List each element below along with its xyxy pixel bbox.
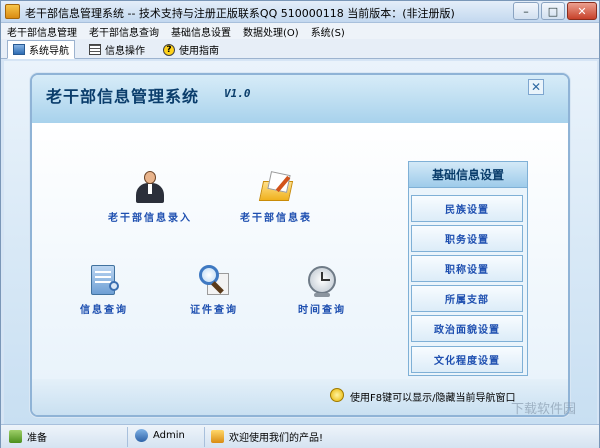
feature-certificate-query[interactable]: 证件查询 — [190, 263, 238, 316]
help-icon: ? — [163, 43, 175, 56]
app-icon — [5, 4, 20, 19]
tab-label: 系统导航 — [29, 46, 69, 57]
user-icon — [135, 429, 148, 442]
lightbulb-icon — [330, 388, 344, 402]
close-button[interactable]: ✕ — [567, 2, 597, 20]
panel-header: 老干部信息管理系统 V1.0 ✕ — [32, 75, 568, 123]
menu-basic-settings[interactable]: 基础信息设置 — [165, 24, 237, 39]
education-level-settings-button[interactable]: 文化程度设置 — [411, 346, 523, 373]
window-title: 老干部信息管理系统 -- 技术支持与注册正版联系QQ 510000118 当前版… — [25, 7, 455, 20]
status-bar: 准备 Admin 欢迎使用我们的产品! — [1, 424, 599, 448]
status-ready: 准备 — [9, 429, 47, 444]
status-separator — [127, 427, 128, 447]
political-status-settings-button[interactable]: 政治面貌设置 — [411, 315, 523, 342]
tab-info-operation[interactable]: 信息操作 — [83, 40, 151, 59]
title-settings-button[interactable]: 职称设置 — [411, 255, 523, 282]
navigation-panel: 老干部信息管理系统 V1.0 ✕ 老干部信息录入 老干部信息表 信息查询 证件查… — [30, 73, 570, 417]
tab-bar: 系统导航 信息操作 ? 使用指南 — [1, 39, 599, 59]
feature-label: 证件查询 — [190, 305, 238, 316]
ready-icon — [9, 430, 22, 443]
minimize-button[interactable]: – — [513, 2, 539, 20]
folder-icon — [258, 171, 294, 205]
branch-settings-button[interactable]: 所属支部 — [411, 285, 523, 312]
content-area: 老干部信息管理系统 V1.0 ✕ 老干部信息录入 老干部信息表 信息查询 证件查… — [4, 61, 597, 424]
status-user: Admin — [135, 429, 185, 442]
status-user-label: Admin — [153, 430, 185, 441]
basic-settings-sidebar: 基础信息设置 民族设置 职务设置 职称设置 所属支部 政治面貌设置 文化程度设置 — [408, 161, 528, 376]
panel-footer: 使用F8键可以显示/隐藏当前导航窗口 — [32, 379, 568, 415]
title-bar[interactable]: 老干部信息管理系统 -- 技术支持与注册正版联系QQ 510000118 当前版… — [1, 1, 599, 23]
status-ready-label: 准备 — [27, 433, 47, 444]
watermark: 下载软件园 — [511, 402, 577, 417]
smile-icon — [211, 430, 224, 443]
menu-cadre-info-query[interactable]: 老干部信息查询 — [83, 24, 165, 39]
tab-label: 信息操作 — [105, 46, 145, 57]
monitor-icon — [13, 44, 25, 55]
grid-icon — [89, 44, 101, 55]
feature-cadre-info-table[interactable]: 老干部信息表 — [240, 171, 312, 224]
tab-user-guide[interactable]: ? 使用指南 — [157, 40, 225, 59]
person-icon — [133, 171, 167, 205]
feature-time-query[interactable]: 时间查询 — [298, 263, 346, 316]
position-settings-button[interactable]: 职务设置 — [411, 225, 523, 252]
status-welcome: 欢迎使用我们的产品! — [211, 429, 323, 444]
sidebar-header: 基础信息设置 — [409, 162, 527, 188]
ethnicity-settings-button[interactable]: 民族设置 — [411, 195, 523, 222]
clock-icon — [305, 263, 339, 297]
main-window: 老干部信息管理系统 -- 技术支持与注册正版联系QQ 510000118 当前版… — [0, 0, 600, 448]
f8-tip: 使用F8键可以显示/隐藏当前导航窗口 — [350, 393, 516, 404]
feature-info-query[interactable]: 信息查询 — [80, 263, 128, 316]
feature-cadre-info-entry[interactable]: 老干部信息录入 — [108, 171, 192, 224]
document-icon — [87, 263, 121, 297]
maximize-button[interactable]: □ — [541, 2, 565, 20]
menu-data-processing[interactable]: 数据处理(O) — [237, 24, 305, 39]
status-welcome-label: 欢迎使用我们的产品! — [229, 433, 324, 444]
tab-system-navigation[interactable]: 系统导航 — [7, 40, 75, 59]
panel-title: 老干部信息管理系统 — [46, 87, 200, 106]
feature-label: 老干部信息表 — [240, 213, 312, 224]
menu-bar: 老干部信息管理 老干部信息查询 基础信息设置 数据处理(O) 系统(S) — [1, 23, 599, 39]
feature-label: 信息查询 — [80, 305, 128, 316]
menu-cadre-info-management[interactable]: 老干部信息管理 — [1, 24, 83, 39]
menu-system[interactable]: 系统(S) — [305, 24, 351, 39]
panel-close-button[interactable]: ✕ — [528, 79, 544, 95]
search-icon — [197, 263, 231, 297]
feature-label: 时间查询 — [298, 305, 346, 316]
feature-label: 老干部信息录入 — [108, 213, 192, 224]
tab-label: 使用指南 — [179, 46, 219, 57]
status-separator — [204, 427, 205, 447]
version-label: V1.0 — [224, 87, 251, 100]
